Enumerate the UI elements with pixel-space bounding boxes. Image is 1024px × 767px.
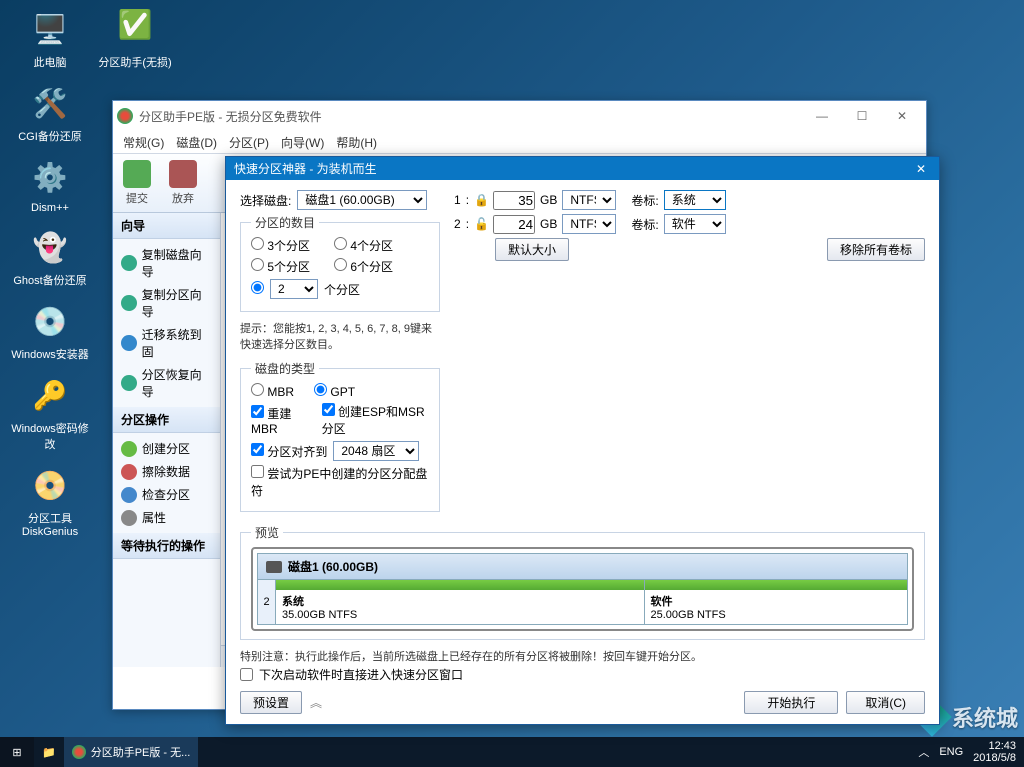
check-pe-letter[interactable]: 尝试为PE中创建的分区分配盘符 — [251, 465, 429, 499]
dialog-title: 快速分区神器 - 为装机而生 — [234, 160, 377, 177]
chevron-icon[interactable]: ︽ — [310, 694, 322, 711]
size-input-1[interactable] — [493, 191, 535, 210]
desktop-icon-diskgenius[interactable]: 📀分区工具DiskGenius — [10, 464, 90, 538]
sidebar: 向导 复制磁盘向导 复制分区向导 迁移系统到固 分区恢复向导 分区操作 创建分区… — [113, 213, 221, 667]
desktop-icon-ghost[interactable]: 👻Ghost备份还原 — [10, 226, 90, 288]
menubar: 常规(G) 磁盘(D) 分区(P) 向导(W) 帮助(H) — [113, 131, 926, 153]
radio-6[interactable]: 6个分区 — [334, 258, 393, 275]
taskbar-app[interactable]: 分区助手PE版 - 无... — [64, 737, 199, 767]
hint-text: 提示：您能按1, 2, 3, 4, 5, 6, 7, 8, 9键来快速选择分区数… — [240, 320, 440, 352]
dialog-titlebar[interactable]: 快速分区神器 - 为装机而生 ✕ — [226, 157, 939, 180]
quick-partition-dialog: 快速分区神器 - 为装机而生 ✕ 选择磁盘: 磁盘1 (60.00GB) 分区的… — [225, 156, 940, 725]
dialog-close-button[interactable]: ✕ — [911, 162, 931, 176]
wizard-copy-part[interactable]: 复制分区向导 — [115, 283, 218, 323]
menu-general[interactable]: 常规(G) — [119, 132, 168, 153]
op-wipe[interactable]: 擦除数据 — [115, 460, 218, 483]
remove-labels-button[interactable]: 移除所有卷标 — [827, 238, 925, 261]
warning-text: 特别注意：执行此操作后，当前所选磁盘上已经存在的所有分区将被删除！按回车键开始分… — [240, 648, 925, 664]
desktop-icon-wininstall[interactable]: 💿Windows安装器 — [10, 300, 90, 362]
desktop-icon-pa[interactable]: ✅分区助手(无损) — [95, 8, 175, 70]
check-esp[interactable]: 创建ESP和MSR分区 — [322, 403, 429, 437]
op-create[interactable]: 创建分区 — [115, 437, 218, 460]
check-autostart[interactable]: 下次启动软件时直接进入快速分区窗口 — [240, 666, 925, 683]
start-button[interactable]: ⊞ — [0, 737, 34, 767]
disk-type-group: 磁盘的类型 MBR GPT 重建MBR 创建ESP和MSR分区 分区对齐到 20… — [240, 360, 440, 512]
preset-button[interactable]: 预设置 — [240, 691, 302, 714]
menu-wizard[interactable]: 向导(W) — [277, 132, 328, 153]
lock-icon[interactable]: 🔓 — [474, 217, 488, 231]
default-size-button[interactable]: 默认大小 — [495, 238, 569, 261]
menu-disk[interactable]: 磁盘(D) — [172, 132, 221, 153]
tray-lang[interactable]: ENG — [939, 746, 963, 758]
desktop-icon-cgi[interactable]: 🛠️CGI备份还原 — [10, 82, 90, 144]
preview-group: 预览 磁盘1 (60.00GB) 2 系统35.00GB NTFS 软件25.0… — [240, 524, 925, 640]
minimize-button[interactable]: ― — [802, 104, 842, 129]
op-props[interactable]: 属性 — [115, 506, 218, 529]
part-index-1: 1 — [454, 193, 461, 207]
desktop-icon-winpwd[interactable]: 🔑Windows密码修改 — [10, 374, 90, 452]
app-title: 分区助手PE版 - 无损分区免费软件 — [139, 108, 322, 125]
desktop-icon-dism[interactable]: ⚙️Dism++ — [10, 156, 90, 214]
lock-icon[interactable]: 🔒 — [474, 193, 488, 207]
disk-icon — [266, 561, 282, 573]
app-icon — [117, 108, 133, 124]
wizard-recover[interactable]: 分区恢复向导 — [115, 363, 218, 403]
count-select[interactable]: 2 — [270, 279, 318, 299]
fs-select-2[interactable]: NTFS — [562, 214, 616, 234]
radio-5[interactable]: 5个分区 — [251, 258, 310, 275]
label-select-2[interactable]: 软件 — [664, 214, 726, 234]
check-align[interactable]: 分区对齐到 — [251, 443, 327, 460]
preview-part-1[interactable]: 系统35.00GB NTFS — [276, 580, 644, 624]
label-select-1[interactable]: 系统 — [664, 190, 726, 210]
ops-header: 分区操作 — [113, 407, 220, 433]
taskbar-explorer[interactable]: 📁 — [34, 737, 64, 767]
preview-count: 2 — [258, 580, 276, 624]
pending-header: 等待执行的操作 — [113, 533, 220, 559]
align-select[interactable]: 2048 扇区 — [333, 441, 419, 461]
radio-4[interactable]: 4个分区 — [334, 237, 393, 254]
partition-count-group: 分区的数目 3个分区 4个分区 5个分区 6个分区 2 个分区 — [240, 214, 440, 312]
check-rebuild-mbr[interactable]: 重建MBR — [251, 405, 308, 436]
radio-custom[interactable] — [251, 281, 264, 297]
toolbar-discard[interactable]: 放弃 — [169, 160, 197, 206]
radio-3[interactable]: 3个分区 — [251, 237, 310, 254]
radio-mbr[interactable]: MBR — [251, 383, 294, 399]
tray-up-icon[interactable]: ︿ — [918, 744, 929, 760]
preview-part-2[interactable]: 软件25.00GB NTFS — [644, 580, 908, 624]
disk-label: 选择磁盘: — [240, 192, 291, 209]
titlebar[interactable]: 分区助手PE版 - 无损分区免费软件 ― ☐ ✕ — [113, 101, 926, 131]
taskbar: ⊞ 📁 分区助手PE版 - 无... ︿ ENG 12:43 2018/5/8 — [0, 737, 1024, 767]
start-button[interactable]: 开始执行 — [744, 691, 838, 714]
maximize-button[interactable]: ☐ — [842, 104, 882, 129]
preview-disk-header: 磁盘1 (60.00GB) — [257, 553, 908, 580]
op-check[interactable]: 检查分区 — [115, 483, 218, 506]
tray-time[interactable]: 12:43 — [973, 740, 1016, 752]
close-button[interactable]: ✕ — [882, 104, 922, 129]
disk-select[interactable]: 磁盘1 (60.00GB) — [297, 190, 427, 210]
cancel-button[interactable]: 取消(C) — [846, 691, 925, 714]
size-input-2[interactable] — [493, 215, 535, 234]
part-index-2: 2 — [454, 217, 461, 231]
tray-date[interactable]: 2018/5/8 — [973, 752, 1016, 764]
menu-partition[interactable]: 分区(P) — [225, 132, 273, 153]
fs-select-1[interactable]: NTFS — [562, 190, 616, 210]
wizard-copy-disk[interactable]: 复制磁盘向导 — [115, 243, 218, 283]
menu-help[interactable]: 帮助(H) — [332, 132, 381, 153]
desktop-icon-pc[interactable]: 🖥️此电脑 — [10, 8, 90, 70]
wizard-header: 向导 — [113, 213, 220, 239]
radio-gpt[interactable]: GPT — [314, 383, 355, 399]
toolbar-commit[interactable]: 提交 — [123, 160, 151, 206]
wizard-migrate[interactable]: 迁移系统到固 — [115, 323, 218, 363]
